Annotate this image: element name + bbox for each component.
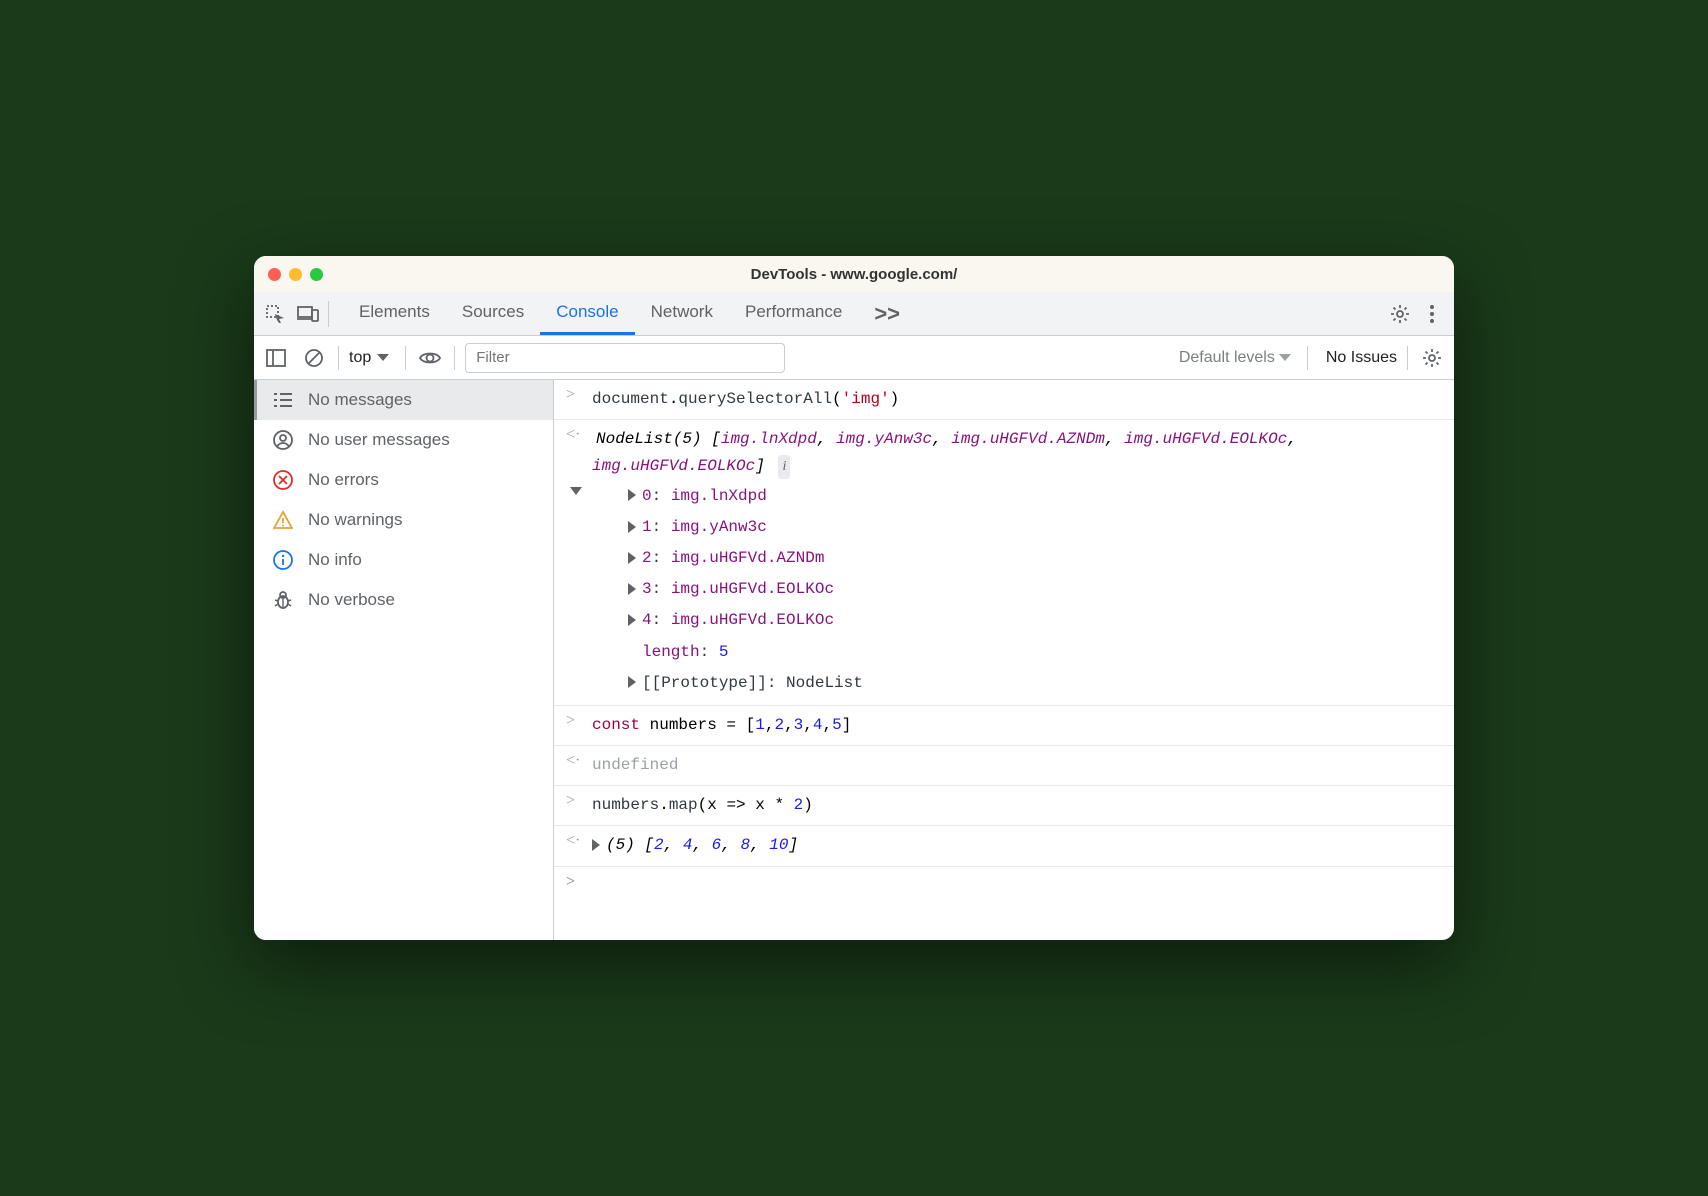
- console-output-text: undefined: [592, 752, 1442, 779]
- expand-icon[interactable]: [628, 583, 636, 595]
- separator: [338, 346, 339, 370]
- titlebar: DevTools - www.google.com/: [254, 256, 1454, 292]
- console-input-text: const numbers = [1,2,3,4,5]: [592, 712, 1442, 739]
- tab-console[interactable]: Console: [540, 292, 634, 335]
- console-toolbar: top Default levels No Issues: [254, 336, 1454, 380]
- separator: [328, 301, 329, 327]
- expand-icon[interactable]: [628, 489, 636, 501]
- console-output: > document.querySelectorAll('img') <· NodeL…: [554, 380, 1454, 940]
- log-levels-dropdown[interactable]: Default levels: [1179, 349, 1297, 367]
- sidebar-item-error[interactable]: No errors: [254, 460, 553, 500]
- console-settings-icon[interactable]: [1418, 344, 1446, 372]
- console-line[interactable]: <· NodeList(5) [img.lnXdpd, img.yAnw3c, i…: [554, 420, 1454, 706]
- list-icon: [272, 392, 294, 408]
- error-icon: [272, 470, 294, 490]
- console-line[interactable]: > numbers.map(x => x * 2): [554, 786, 1454, 826]
- filter-input[interactable]: [465, 343, 785, 373]
- live-expression-icon[interactable]: [416, 344, 444, 372]
- main-tabs-bar: ElementsSourcesConsoleNetworkPerformance…: [254, 292, 1454, 336]
- collapse-icon[interactable]: [570, 487, 582, 495]
- separator: [405, 346, 406, 370]
- chevron-down-icon: [377, 354, 389, 361]
- devtools-window: DevTools - www.google.com/ ElementsSourc…: [254, 256, 1454, 940]
- info-icon[interactable]: i: [778, 455, 790, 479]
- chevron-down-icon: [1279, 354, 1291, 361]
- console-input-text: document.querySelectorAll('img'): [592, 386, 1442, 413]
- levels-label: Default levels: [1179, 349, 1275, 367]
- expand-icon[interactable]: [628, 614, 636, 626]
- expand-icon[interactable]: [628, 676, 636, 688]
- console-line[interactable]: <· undefined: [554, 746, 1454, 786]
- sidebar-item-label: No info: [308, 550, 362, 570]
- console-prompt[interactable]: >: [554, 867, 1454, 897]
- prompt-marker-icon: >: [566, 873, 582, 891]
- sidebar-toggle-icon[interactable]: [262, 344, 290, 372]
- console-line[interactable]: <· (5) [2, 4, 6, 8, 10]: [554, 826, 1454, 866]
- context-selector[interactable]: top: [349, 349, 395, 367]
- input-marker-icon: >: [566, 792, 582, 810]
- bug-icon: [272, 590, 294, 610]
- console-output-text: NodeList(5) [img.lnXdpd, img.yAnw3c, img…: [592, 426, 1442, 699]
- sidebar-item-label: No errors: [308, 470, 379, 490]
- tab-elements[interactable]: Elements: [343, 292, 446, 335]
- separator: [454, 346, 455, 370]
- output-marker-icon: <·: [566, 426, 582, 444]
- console-body: No messages No user messages No errors No w…: [254, 380, 1454, 940]
- expand-icon[interactable]: [628, 521, 636, 533]
- tab-network[interactable]: Network: [635, 292, 729, 335]
- output-marker-icon: <·: [566, 752, 582, 770]
- input-marker-icon: >: [566, 386, 582, 404]
- sidebar-item-bug[interactable]: No verbose: [254, 580, 553, 620]
- settings-icon[interactable]: [1384, 298, 1416, 330]
- sidebar: No messages No user messages No errors No w…: [254, 380, 554, 940]
- sidebar-item-info[interactable]: No info: [254, 540, 553, 580]
- kebab-menu-icon[interactable]: [1416, 298, 1448, 330]
- inspect-icon[interactable]: [260, 298, 292, 330]
- console-line[interactable]: > document.querySelectorAll('img'): [554, 380, 1454, 420]
- sidebar-item-label: No warnings: [308, 510, 403, 530]
- issues-button[interactable]: No Issues: [1326, 349, 1397, 367]
- separator: [1407, 346, 1408, 370]
- sidebar-item-user[interactable]: No user messages: [254, 420, 553, 460]
- tab-performance[interactable]: Performance: [729, 292, 858, 335]
- more-tabs-button[interactable]: >>: [858, 301, 916, 327]
- expand-icon[interactable]: [592, 839, 600, 851]
- separator: [1307, 346, 1308, 370]
- tabs-list: ElementsSourcesConsoleNetworkPerformance: [343, 292, 858, 335]
- console-output-text: (5) [2, 4, 6, 8, 10]: [592, 832, 1442, 859]
- sidebar-item-warning[interactable]: No warnings: [254, 500, 553, 540]
- console-line[interactable]: > const numbers = [1,2,3,4,5]: [554, 706, 1454, 746]
- warning-icon: [272, 510, 294, 530]
- user-icon: [272, 430, 294, 450]
- sidebar-item-list[interactable]: No messages: [254, 380, 553, 420]
- info-icon: [272, 550, 294, 570]
- sidebar-item-label: No messages: [308, 390, 412, 410]
- console-input-text: numbers.map(x => x * 2): [592, 792, 1442, 819]
- context-label: top: [349, 349, 371, 367]
- clear-console-icon[interactable]: [300, 344, 328, 372]
- input-marker-icon: >: [566, 712, 582, 730]
- tab-sources[interactable]: Sources: [446, 292, 540, 335]
- output-marker-icon: <·: [566, 832, 582, 850]
- expand-icon[interactable]: [628, 552, 636, 564]
- window-title: DevTools - www.google.com/: [254, 266, 1454, 283]
- sidebar-item-label: No user messages: [308, 430, 450, 450]
- device-toolbar-icon[interactable]: [292, 298, 324, 330]
- sidebar-item-label: No verbose: [308, 590, 395, 610]
